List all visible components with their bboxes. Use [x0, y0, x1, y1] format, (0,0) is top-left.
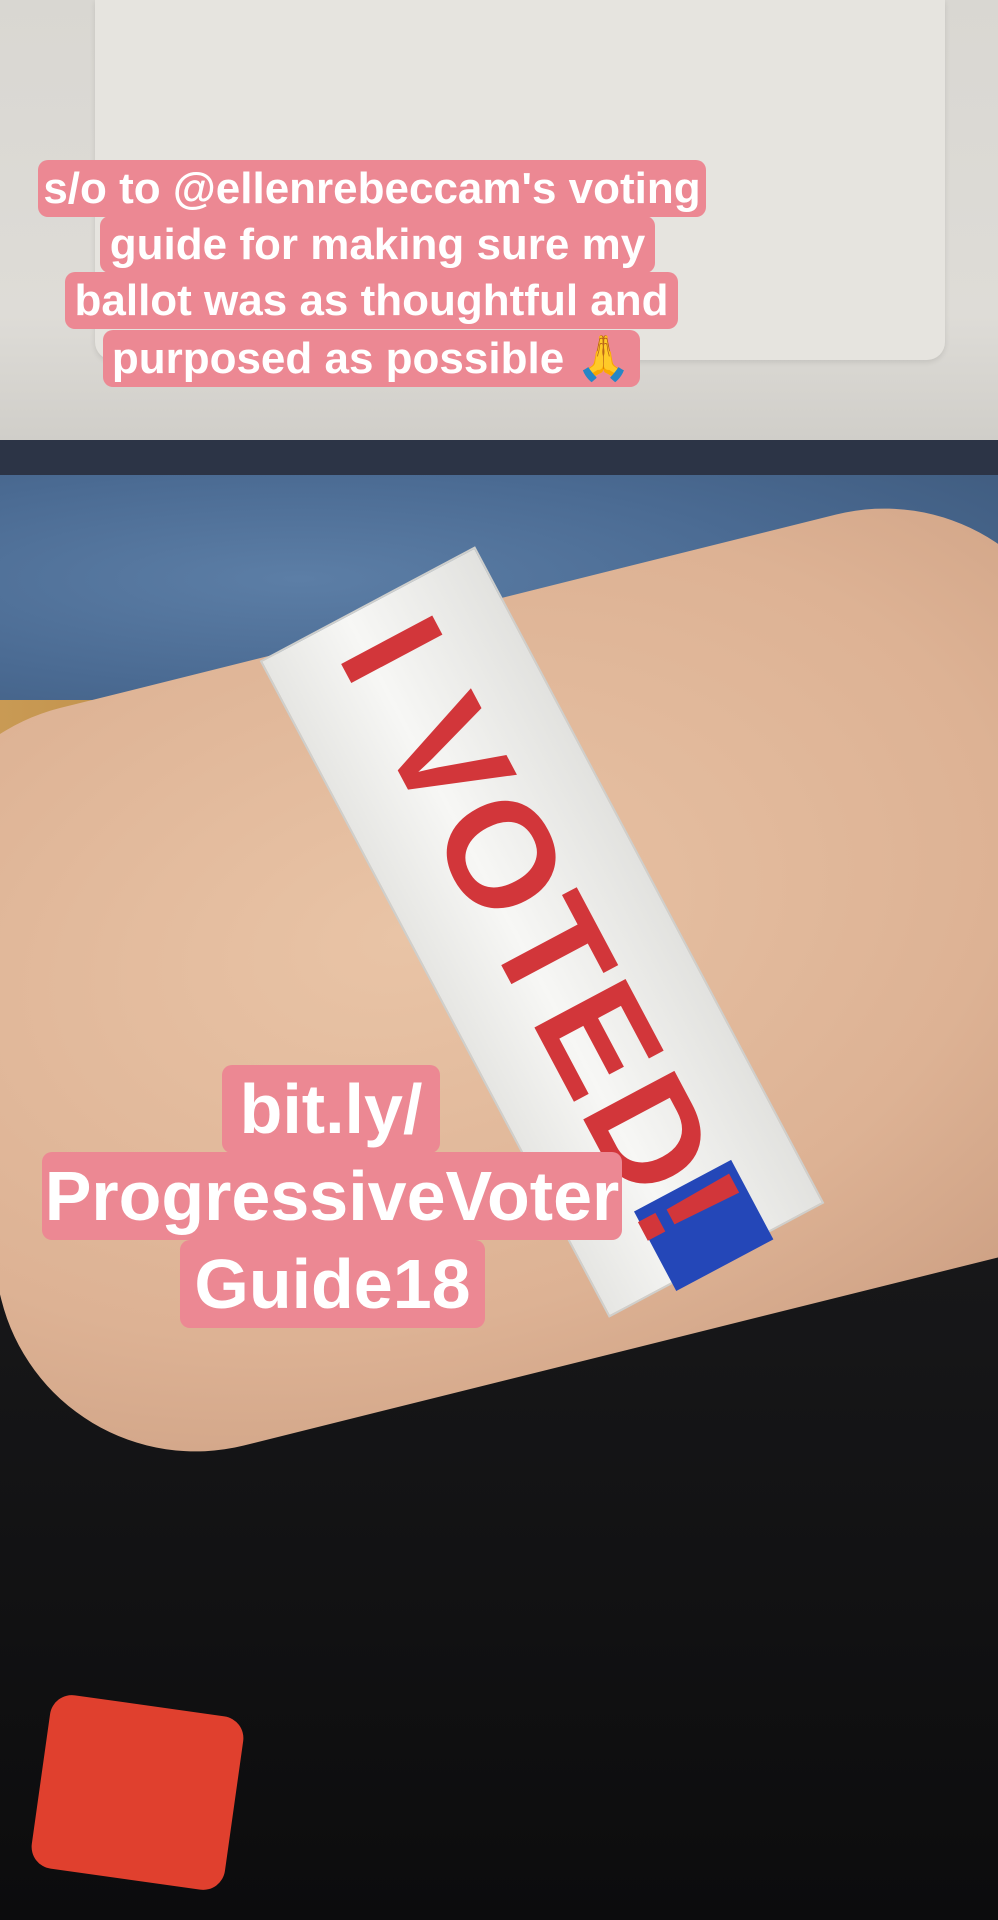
caption-link-line: ProgressiveVoter	[42, 1152, 622, 1240]
caption-line: purposed as possible 🙏	[103, 330, 640, 387]
caption-line: s/o to @ellenrebeccam's voting	[38, 160, 706, 217]
caption-link-line: bit.ly/	[222, 1065, 440, 1153]
caption-link-line: Guide18	[180, 1240, 485, 1328]
table-edge	[0, 440, 998, 480]
caption-line: guide for making sure my	[100, 216, 655, 273]
red-object	[28, 1692, 247, 1893]
caption-line: ballot was as thoughtful and	[65, 272, 678, 329]
